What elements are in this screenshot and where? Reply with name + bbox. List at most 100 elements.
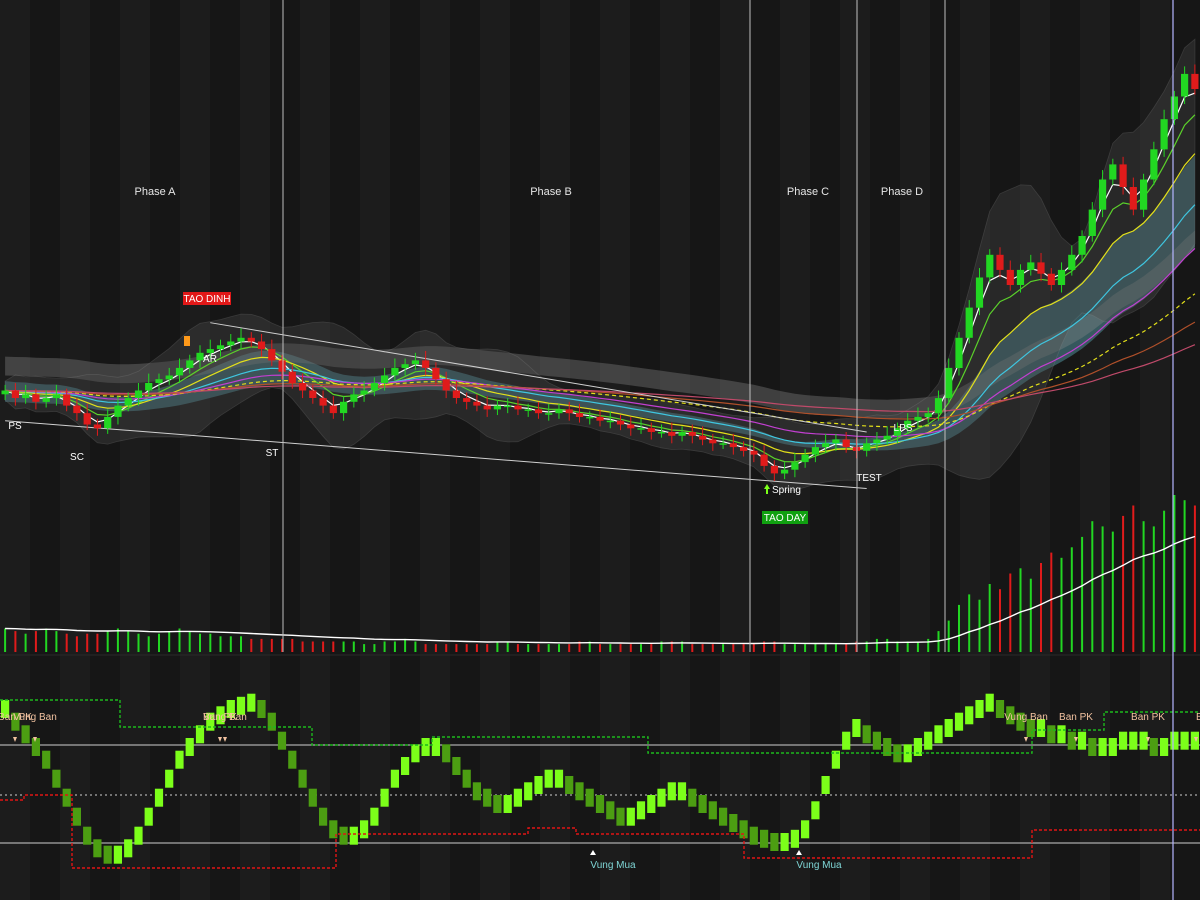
oscillator-bar — [975, 700, 984, 718]
candle-body — [73, 405, 81, 414]
oscillator-bar — [483, 788, 492, 807]
oscillator-bar — [1149, 738, 1158, 756]
oscillator-bar — [924, 731, 933, 750]
oscillator-bar — [411, 744, 420, 763]
volume-bar — [475, 644, 478, 652]
candle-body — [411, 360, 419, 365]
signal-label-bottom: TAO DAY — [764, 513, 807, 524]
oscillator-bar — [257, 700, 266, 718]
event-label-ps: PS — [8, 421, 22, 432]
oscillator-bar — [667, 782, 676, 801]
candle-body — [986, 254, 994, 278]
oscillator-bar — [965, 706, 974, 725]
oscillator-bar — [585, 788, 594, 807]
oscillator-bar — [985, 693, 994, 712]
oscillator-bar — [308, 788, 317, 807]
candle-body — [83, 413, 91, 425]
volume-bar — [199, 633, 201, 652]
volume-bar — [158, 633, 160, 652]
oscillator-bar — [719, 807, 728, 826]
volume-bar — [291, 638, 294, 652]
candle-body — [360, 390, 368, 395]
candle-body — [1, 390, 9, 395]
event-label-st: ST — [266, 448, 279, 459]
volume-bar — [599, 644, 601, 652]
candle-body — [1191, 73, 1199, 89]
candle-body — [586, 416, 594, 419]
volume-bar — [363, 644, 366, 652]
volume-bar — [783, 644, 786, 652]
volume-bar — [14, 631, 17, 652]
volume-bar — [722, 644, 725, 652]
chart-stage: Phase A Phase B Phase C Phase D PS SC AR ST Spri… — [0, 0, 1200, 900]
oscillator-bar — [739, 820, 748, 839]
volume-bar — [732, 644, 735, 652]
volume-bar — [814, 644, 817, 652]
oscillator-top-label: Vung Ban — [13, 712, 57, 723]
volume-bar — [1193, 505, 1196, 652]
candle-body — [1119, 164, 1127, 187]
candle-body — [329, 405, 337, 414]
candle-body — [719, 443, 727, 445]
candle-body — [134, 390, 143, 398]
oscillator-bar — [370, 807, 379, 826]
volume-bar — [1081, 536, 1084, 652]
candle-body — [1129, 187, 1137, 210]
down-arrow-icon — [184, 336, 190, 346]
candle-body — [575, 413, 584, 417]
volume-bar — [404, 638, 407, 652]
volume-bar — [516, 644, 519, 652]
candle-body — [1068, 254, 1076, 270]
oscillator-bar — [770, 833, 779, 851]
oscillator-top-label: Vung Ban — [1004, 712, 1048, 723]
oscillator-bar — [1077, 731, 1087, 750]
oscillator-bar — [288, 750, 297, 769]
volume-bar — [24, 633, 27, 652]
candle-body — [729, 443, 737, 448]
volume-bar — [240, 636, 242, 652]
candle-body — [11, 390, 19, 398]
candle-body — [606, 420, 614, 423]
volume-bar — [116, 628, 119, 652]
signal-label-top: TAO DINH — [183, 294, 230, 305]
candle-body — [863, 443, 871, 451]
candle-body — [504, 405, 512, 408]
volume-bar — [619, 644, 622, 652]
candle-body — [1078, 236, 1086, 255]
oscillator-bar — [113, 845, 122, 864]
volume-bar — [1132, 505, 1135, 652]
volume-bar — [752, 644, 755, 652]
oscillator-bar — [1119, 731, 1128, 750]
oscillator-bar — [1067, 731, 1076, 750]
volume-bar — [537, 644, 540, 652]
candle-body — [432, 367, 440, 380]
candle-body — [1170, 96, 1178, 120]
oscillator-bar — [811, 801, 820, 820]
oscillator-bar — [154, 788, 164, 807]
candle-body — [442, 379, 450, 391]
candle-body — [452, 390, 460, 398]
candle-body — [811, 447, 819, 455]
candle-body — [996, 254, 1004, 270]
candle-body — [1016, 269, 1025, 285]
oscillator-bar — [780, 833, 789, 851]
volume-bar — [86, 633, 89, 652]
candle-body — [801, 454, 809, 463]
volume-bar — [558, 644, 560, 652]
volume-bar — [445, 644, 448, 652]
oscillator-bottom-label: Vung Mua — [796, 860, 842, 871]
oscillator-bar — [83, 826, 92, 845]
oscillator-bar — [421, 738, 430, 756]
volume-bar — [1173, 495, 1176, 652]
volume-bar — [701, 644, 704, 652]
candle-body — [514, 405, 522, 410]
volume-bar — [927, 638, 930, 652]
candle-body — [1181, 73, 1189, 97]
oscillator-bar — [749, 826, 758, 845]
candle-body — [1037, 262, 1045, 274]
candle-body — [770, 465, 778, 474]
volume-bar — [1142, 521, 1145, 652]
oscillator-bar — [390, 769, 399, 788]
volume-bar — [322, 641, 325, 652]
oscillator-bar — [626, 807, 635, 826]
